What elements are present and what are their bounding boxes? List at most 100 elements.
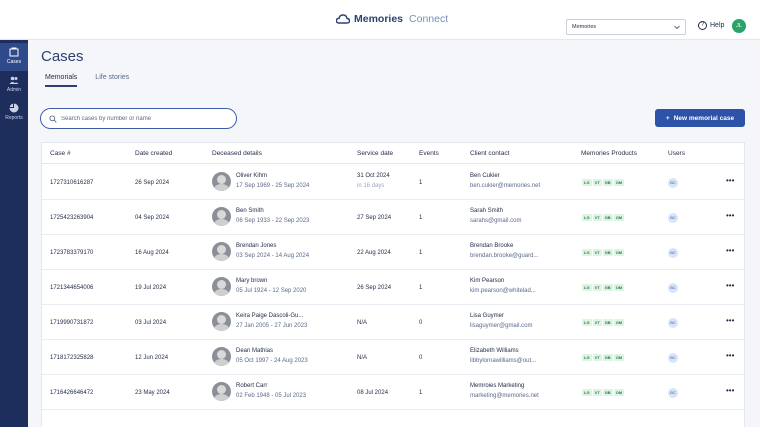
product-chip: VT — [592, 354, 602, 361]
user-avatar[interactable]: JL — [732, 19, 746, 33]
client-contact-email: libbylornawilliams@out... — [470, 358, 537, 364]
column-header-deceased-details[interactable]: Deceased details — [212, 150, 262, 157]
sidebar-item-label: Admin — [6, 87, 22, 93]
more-options-icon[interactable]: ••• — [726, 386, 734, 395]
date-created: 16 Aug 2024 — [135, 250, 169, 256]
cases-table: Case # Date created Deceased details Ser… — [41, 142, 745, 427]
case-number: 1716426646472 — [50, 390, 94, 396]
deceased-photo — [212, 172, 231, 191]
deceased-photo — [212, 382, 231, 401]
table-row[interactable]: 1727310616287 26 Sep 2024 Oliver Kihm 17 Se… — [42, 165, 744, 200]
page-title: Cases — [41, 48, 84, 65]
client-contact-email: marketing@memories.net — [470, 393, 539, 399]
admin-icon — [9, 76, 19, 84]
client-contact-email: brendan.brooke@guard... — [470, 253, 539, 259]
table-row[interactable]: 1718172325828 12 Jun 2024 Dean Mathias 05 O… — [42, 340, 744, 375]
more-options-icon[interactable]: ••• — [726, 351, 734, 360]
deceased-name: Keira Paige Dascoli-Gu... — [236, 313, 304, 319]
column-header-events[interactable]: Events — [419, 150, 439, 157]
case-number: 1718172325828 — [50, 355, 94, 361]
user-badge[interactable]: BC — [668, 388, 678, 398]
date-created: 12 Jun 2024 — [135, 355, 169, 361]
tab-life-stories[interactable]: Life stories — [95, 74, 129, 87]
sidebar-item-cases[interactable]: Cases — [0, 43, 28, 71]
column-header-case[interactable]: Case # — [50, 150, 71, 157]
column-header-client-contact[interactable]: Client contact — [470, 150, 509, 157]
user-badge[interactable]: BC — [668, 248, 678, 258]
client-contact-name: Kim Pearson — [470, 278, 505, 284]
search-box — [40, 108, 237, 129]
product-chip: OM — [613, 249, 625, 256]
events-count: 0 — [419, 320, 423, 326]
table-row[interactable]: 1716426646472 23 May 2024 Robert Carr 02 Fe… — [42, 375, 744, 410]
product-chip: VT — [592, 284, 602, 291]
more-options-icon[interactable]: ••• — [726, 316, 734, 325]
memories-products: LG VT GB OM — [582, 249, 625, 256]
service-date: 31 Oct 2024 — [357, 173, 390, 179]
more-options-icon[interactable]: ••• — [726, 176, 734, 185]
product-chip: GB — [602, 389, 613, 396]
memories-products: LG VT GB OM — [582, 179, 625, 186]
sidebar-item-admin[interactable]: Admin — [0, 71, 28, 99]
client-contact-name: Sarah Smith — [470, 208, 504, 214]
user-badge[interactable]: BC — [668, 213, 678, 223]
memories-products: LG VT GB OM — [582, 389, 625, 396]
cases-icon — [9, 47, 19, 57]
new-memorial-case-button[interactable]: + New memorial case — [655, 109, 745, 127]
service-date: 26 Sep 2024 — [357, 285, 392, 291]
product-chip: LG — [582, 389, 592, 396]
user-badge[interactable]: BC — [668, 318, 678, 328]
case-number: 1725423263904 — [50, 215, 94, 221]
deceased-photo — [212, 312, 231, 331]
more-options-icon[interactable]: ••• — [726, 246, 734, 255]
deceased-dates: 27 Jan 2005 - 27 Jun 2023 — [236, 323, 308, 329]
deceased-dates: 06 Sep 1933 - 22 Sep 2023 — [236, 218, 310, 224]
deceased-dates: 05 Jul 1924 - 12 Sep 2020 — [236, 288, 307, 294]
table-row[interactable]: 1723783379170 16 Aug 2024 Brendan Jones 03 … — [42, 235, 744, 270]
date-created: 03 Jul 2024 — [135, 320, 167, 326]
user-badge[interactable]: BC — [668, 283, 678, 293]
product-chip: OM — [613, 214, 625, 221]
events-count: 0 — [419, 355, 423, 361]
client-contact-name: Brendan Brooke — [470, 243, 514, 249]
table-row[interactable]: 1719990731872 03 Jul 2024 Keira Paige Dasc… — [42, 305, 744, 340]
deceased-photo — [212, 347, 231, 366]
client-contact-email: kim.pearson@whitelad... — [470, 288, 536, 294]
column-header-date-created[interactable]: Date created — [135, 150, 172, 157]
case-number: 1723783379170 — [50, 250, 94, 256]
sidebar-item-reports[interactable]: Reports — [0, 99, 28, 127]
search-input[interactable] — [61, 115, 221, 122]
table-row[interactable]: 1725423263904 04 Sep 2024 Ben Smith 06 Sep … — [42, 200, 744, 235]
client-contact-email: sarahs@gmail.com — [470, 218, 522, 224]
app-logo[interactable]: Memories Connect — [336, 13, 448, 25]
column-header-memories-products[interactable]: Memories Products — [581, 150, 637, 157]
deceased-dates: 05 Oct 1997 - 24 Aug 2023 — [236, 358, 308, 364]
deceased-name: Oliver Kihm — [236, 173, 268, 179]
deceased-name: Brendan Jones — [236, 243, 277, 249]
help-label: Help — [710, 22, 725, 29]
user-badge[interactable]: BC — [668, 353, 678, 363]
organization-select[interactable]: Memories — [566, 19, 686, 35]
tab-memorials[interactable]: Memorials — [45, 74, 78, 87]
user-badge[interactable]: BC — [668, 178, 678, 188]
more-options-icon[interactable]: ••• — [726, 211, 734, 220]
deceased-name: Dean Mathias — [236, 348, 274, 354]
deceased-name: Robert Carr — [236, 383, 268, 389]
memories-products: LG VT GB OM — [582, 214, 625, 221]
product-chip: GB — [602, 249, 613, 256]
new-memorial-case-label: New memorial case — [673, 114, 735, 122]
product-chip: LG — [582, 179, 592, 186]
date-created: 26 Sep 2024 — [135, 180, 170, 186]
events-count: 1 — [419, 250, 423, 256]
column-header-users[interactable]: Users — [668, 150, 685, 157]
client-contact-name: Memroies Marketing — [470, 383, 525, 389]
table-row[interactable]: 1721344654006 19 Jul 2024 Mary brown 05 Jul… — [42, 270, 744, 305]
product-chip: OM — [613, 389, 625, 396]
column-header-service-date[interactable]: Service date — [357, 150, 393, 157]
help-link[interactable]: ? Help — [698, 21, 724, 30]
memories-products: LG VT GB OM — [582, 319, 625, 326]
more-options-icon[interactable]: ••• — [726, 281, 734, 290]
product-chip: VT — [592, 319, 602, 326]
tabs: Memorials Life stories — [45, 74, 129, 87]
product-chip: VT — [592, 214, 602, 221]
